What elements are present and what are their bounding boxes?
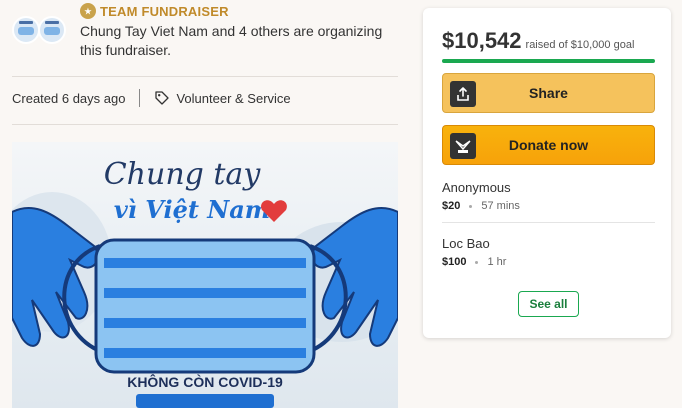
divider [12,76,398,77]
avatar[interactable] [12,16,40,44]
hero-title-line2: vì Việt Nam [114,195,270,224]
share-icon [450,81,476,107]
meta-separator [139,89,141,107]
mask-pleat [104,348,306,358]
created-date: Created 6 days ago [12,90,126,106]
team-fundraiser-text: TEAM FUNDRAISER [100,3,229,19]
donation-amount: $20 [442,200,461,212]
see-all-button[interactable]: See all [518,291,579,317]
donation-item: Loc Bao $100 1 hr [442,236,655,268]
donation-item: Anonymous $20 57 mins [442,180,655,212]
donation-amount: $100 [442,256,467,268]
donor-name: Anonymous [442,180,511,195]
tag-icon [155,91,170,105]
organizer-description: Chung Tay Viet Nam and 4 others are orga… [80,23,383,58]
team-badge-icon: ★ [80,3,96,19]
dot-separator [475,260,479,264]
dot-separator [469,204,473,208]
mask-pleat [104,258,306,268]
donation-card: $10,542 raised of $10,000 goal Share Don… [423,8,671,338]
divider [442,222,655,223]
fundraiser-meta: Created 6 days ago Volunteer & Service [12,89,291,107]
fundraiser-hero-image: Chung tay vì Việt Nam KHÔNG CÒN COVID-19 [12,142,398,408]
donate-icon [450,133,476,159]
hero-title-line1: Chung tay [104,157,262,192]
donate-label: Donate now [508,137,589,153]
hero-banner-bar [136,394,274,408]
donation-time: 1 hr [487,256,507,268]
raised-summary: $10,542 raised of $10,000 goal [442,28,634,54]
donation-time: 57 mins [481,200,520,212]
share-label: Share [529,85,568,101]
avatar[interactable] [38,16,66,44]
progress-bar [442,59,655,63]
share-button[interactable]: Share [442,73,655,113]
donor-name: Loc Bao [442,236,490,251]
category-link[interactable]: Volunteer & Service [176,91,290,106]
hero-banner-text: KHÔNG CÒN COVID-19 [127,373,283,390]
team-fundraiser-label: ★ TEAM FUNDRAISER [80,2,229,20]
mask-pleat [104,288,306,298]
progress-fill [442,59,655,63]
donate-button[interactable]: Donate now [442,125,655,165]
goal-text: raised of $10,000 goal [525,39,635,51]
organizer-section: ★ TEAM FUNDRAISER Chung Tay Viet Nam and… [12,2,402,66]
raised-amount: $10,542 [442,28,522,53]
divider [12,124,398,125]
organizer-avatars[interactable] [12,16,72,46]
mask-pleat [104,318,306,328]
